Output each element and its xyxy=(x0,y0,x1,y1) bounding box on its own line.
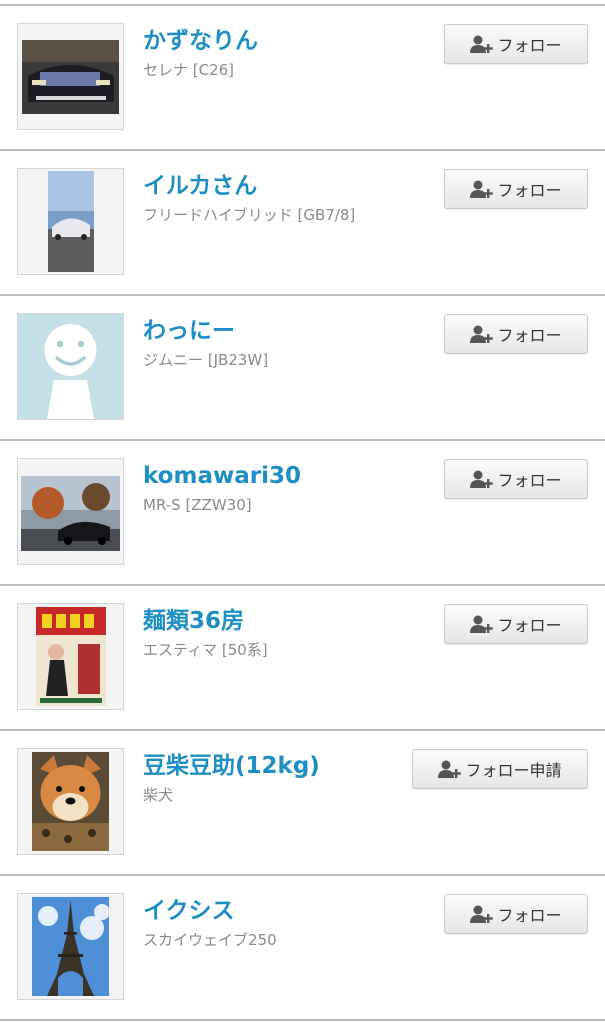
user-avatar[interactable] xyxy=(17,458,124,565)
add-user-icon xyxy=(470,470,494,488)
user-avatar[interactable] xyxy=(17,893,124,1000)
user-avatar[interactable] xyxy=(17,603,124,710)
follow-list: かずなりん セレナ [C26] フォロー イルカさん フリードハイブリッド [G… xyxy=(0,4,605,1021)
follow-request-button[interactable]: フォロー申請 xyxy=(412,749,588,789)
user-row: わっにー ジムニー [JB23W] フォロー xyxy=(0,296,605,441)
follow-request-button-label: フォロー申請 xyxy=(465,761,562,780)
add-user-icon xyxy=(470,615,494,633)
user-avatar[interactable] xyxy=(17,748,124,855)
follow-button[interactable]: フォロー xyxy=(444,894,588,934)
user-row: 豆柴豆助(12kg) 柴犬 フォロー申請 xyxy=(0,731,605,876)
user-row: かずなりん セレナ [C26] フォロー xyxy=(0,6,605,151)
user-avatar[interactable] xyxy=(17,23,124,130)
follow-button[interactable]: フォロー xyxy=(444,169,588,209)
add-user-icon xyxy=(470,35,494,53)
add-user-icon xyxy=(438,760,462,778)
follow-button-label: フォロー xyxy=(497,36,562,55)
dog-photo xyxy=(18,749,123,854)
user-row: komawari30 MR-S [ZZW30] フォロー xyxy=(0,441,605,586)
follow-button-label: フォロー xyxy=(497,326,562,345)
add-user-icon xyxy=(470,325,494,343)
follow-button[interactable]: フォロー xyxy=(444,604,588,644)
tower-photo xyxy=(18,894,123,999)
add-user-icon xyxy=(470,180,494,198)
follow-button-label: フォロー xyxy=(497,616,562,635)
car-photo xyxy=(18,24,123,129)
user-avatar[interactable] xyxy=(17,313,124,420)
follow-button-label: フォロー xyxy=(497,181,562,200)
car-photo xyxy=(18,169,123,274)
add-user-icon xyxy=(470,905,494,923)
user-row: 麺類36房 エスティマ [50系] フォロー xyxy=(0,586,605,731)
default-avatar-icon xyxy=(18,314,123,419)
user-avatar[interactable] xyxy=(17,168,124,275)
user-row: イクシス スカイウェイブ250 フォロー xyxy=(0,876,605,1021)
car-photo xyxy=(18,459,123,564)
follow-button[interactable]: フォロー xyxy=(444,459,588,499)
poster-image xyxy=(18,604,123,709)
follow-button[interactable]: フォロー xyxy=(444,314,588,354)
user-row: イルカさん フリードハイブリッド [GB7/8] フォロー xyxy=(0,151,605,296)
follow-button-label: フォロー xyxy=(497,471,562,490)
follow-button-label: フォロー xyxy=(497,906,562,925)
follow-button[interactable]: フォロー xyxy=(444,24,588,64)
